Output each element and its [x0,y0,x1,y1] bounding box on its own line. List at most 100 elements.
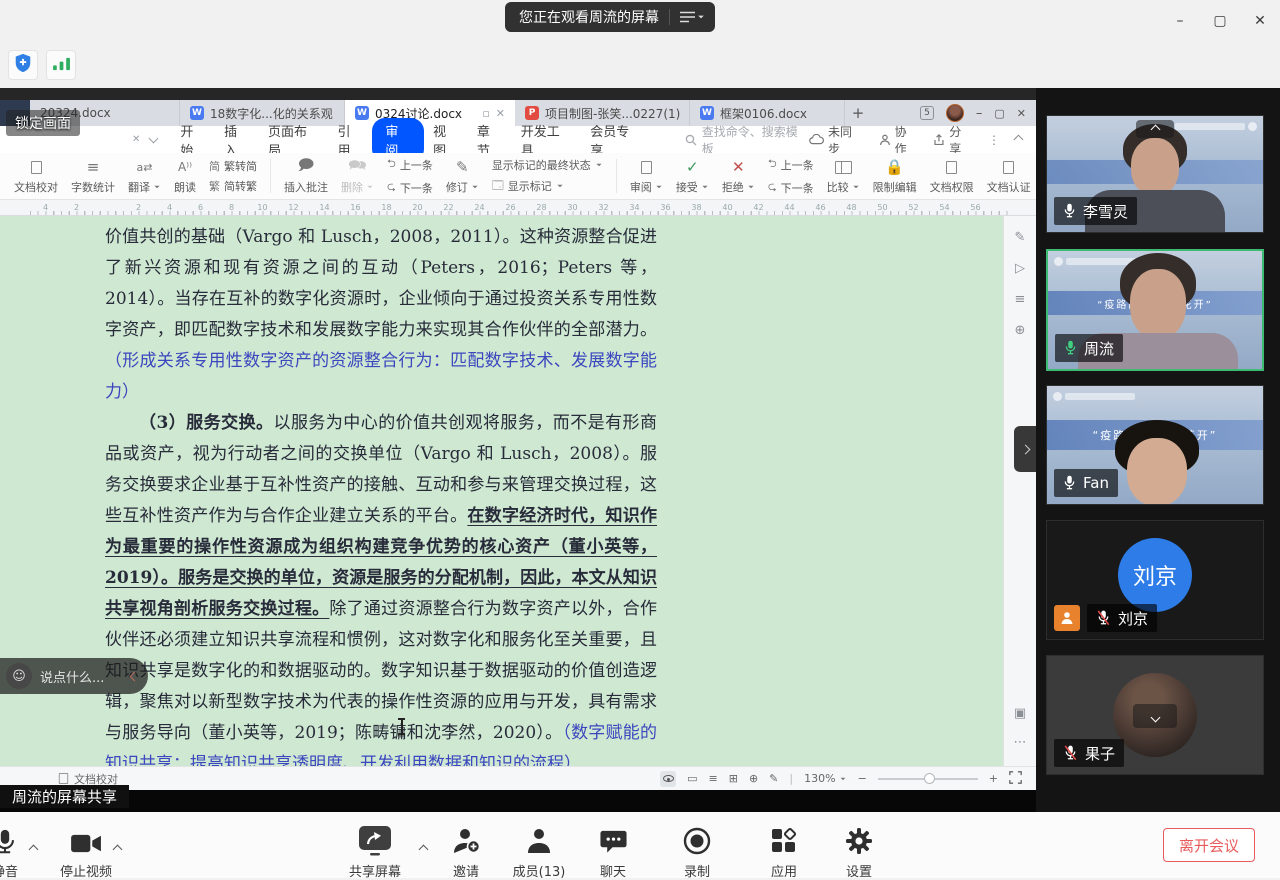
document-page[interactable]: （2）资源整合。以服务为中心的价值共创观将资源整合视为行动者价值共创的基础（Va… [0,216,1003,766]
sheet-icon[interactable]: ▣ [1014,706,1026,721]
ribbon-to-traditional-button[interactable]: 繁简转繁 [209,178,257,194]
ribbon-proofing-button[interactable]: 文档校对 [14,157,58,195]
edit-pen-icon[interactable]: ✎ [1015,230,1026,245]
ribbon-next-change-button[interactable]: ⮎下一条 [768,178,814,197]
participant-tile-zhouliu[interactable]: “疫路同行 静待花开” 周流 [1046,249,1264,371]
zoom-slider-thumb[interactable] [924,773,935,784]
ribbon-doc-permission-button[interactable]: 文档权限 [930,157,974,195]
host-badge [1054,605,1080,631]
fit-fullscreen-icon[interactable] [1009,771,1022,787]
outline-icon[interactable]: ≡ [1015,292,1026,307]
video-options-chevron[interactable] [114,842,121,857]
share-button[interactable]: 分享 [933,123,973,157]
wps-close-button[interactable]: ✕ [1017,107,1026,120]
watching-banner-text: 您正在观看周流的屏幕 [519,7,659,27]
participant-tile-fan[interactable]: “疫路同行 静待花开” Fan [1046,385,1264,505]
account-avatar[interactable] [946,104,964,122]
quick-collapse-icon[interactable] [149,133,159,143]
ink-icon[interactable]: ✎ [769,772,778,785]
ribbon-review-button[interactable]: 审阅 [630,157,663,195]
collapse-ribbon-icon[interactable] [1014,135,1024,145]
more-tools-icon[interactable]: ⋯ [1014,735,1027,750]
scroll-up-button[interactable] [1136,120,1174,138]
zoom-in-button[interactable]: + [989,772,998,785]
share-screen-icon [327,824,423,856]
ribbon-translate-button[interactable]: a⇄翻译 [128,157,161,195]
window-close-button[interactable]: ✕ [1246,8,1274,34]
scroll-down-button[interactable] [1133,704,1177,728]
pointer-icon[interactable]: ▷ [1015,261,1025,276]
doc-run: （2）资源整合。以服务为中心的价值共创观将资源整合视为行动者价值共创的基础（Va… [105,216,657,340]
record-button[interactable]: 录制 [649,824,745,880]
ribbon-prev-change-button[interactable]: ⮌上一条 [768,155,814,174]
markup-state-dropdown[interactable]: 显示标记的最终状态 [492,157,603,173]
shared-screen-stage: 20324.docx W 18数字化...化的关系观 W 0324讨论.docx… [0,88,1036,812]
command-search[interactable]: 查找命令、搜索模板 [685,123,809,157]
window-maximize-button[interactable]: ▢ [1206,8,1234,34]
ribbon-next-comment-button[interactable]: ⮎下一条 [387,178,433,197]
meeting-titlebar: 您正在观看周流的屏幕 – ▢ ✕ [0,0,1280,40]
ribbon-read-aloud-button[interactable]: A⁾⁾朗读 [174,157,196,195]
participant-tile-liujing[interactable]: 刘京 刘京 [1046,520,1264,640]
wps-minimize-button[interactable]: – [976,106,983,121]
zoom-slider[interactable] [878,778,978,780]
ribbon-insert-comment-button[interactable]: 🗩插入批注 [284,157,328,195]
book-view-icon[interactable]: ⊞ [729,772,738,785]
wps-restore-button[interactable]: ▢ [994,107,1004,120]
ribbon-delete-button: 🗪删除 [341,157,374,195]
ribbon-restrict-edit-button[interactable]: 🔒限制编辑 [873,157,917,195]
cloud-sync-status[interactable]: 未同步 [809,123,864,157]
window-minimize-button[interactable]: – [1166,8,1194,34]
share-screen-button[interactable]: 共享屏幕 [327,824,423,880]
zoom-level-value: 130% [804,772,835,785]
chat-collapse-button[interactable] [131,669,148,684]
ribbon-prev-comment-button[interactable]: ⮌上一条 [387,155,433,174]
ribbon-accept-button[interactable]: ✓接受 [676,157,709,195]
shield-plus-icon [13,53,33,77]
tab-count-badge[interactable]: 5 [920,106,934,120]
participant-name-chip: 刘京 [1087,604,1157,632]
banner-menu-icon[interactable] [680,11,705,23]
page-view-icon[interactable]: ▭ [687,772,697,785]
ribbon-to-simplified-button[interactable]: 简繁转简 [209,158,257,174]
participant-name: 刘京 [1118,608,1148,629]
ribbon-reject-button[interactable]: ✕拒绝 [722,157,755,195]
quick-chat-bar[interactable]: ☺ 说点什么... [0,658,148,694]
collaborate-button[interactable]: 协作 [879,123,919,157]
settings-button[interactable]: 设置 [811,824,907,880]
mic-muted-icon [1096,610,1111,627]
eye-protection-toggle[interactable] [660,771,676,787]
more-options-icon[interactable]: ⋮ [988,133,1000,147]
share-source-chip: 周流的屏幕共享 [0,785,129,808]
leave-meeting-button[interactable]: 离开会议 [1163,828,1255,862]
meeting-infobar: 02:09:10 演讲者视图 [0,40,1280,88]
navigate-icon[interactable]: ⊕ [1015,323,1026,338]
paragraph-resource-integration: （2）资源整合。以服务为中心的价值共创观将资源整合视为行动者价值共创的基础（Va… [105,216,657,408]
ribbon-wordcount-button[interactable]: ≡字数统计 [71,157,115,195]
lock-screen-button[interactable]: 锁定画面 [6,110,80,136]
ribbon-compare-button[interactable]: 比较 [827,157,860,195]
show-markup-dropdown[interactable]: 🗔显示标记 [492,177,603,196]
participant-tile-guozi[interactable]: 果子 [1046,655,1264,775]
person-badge-icon [1059,610,1075,626]
ribbon-track-changes-button[interactable]: ✎修订 [446,157,479,195]
network-quality-button[interactable] [46,50,76,80]
chat-button[interactable]: 聊天 [565,824,661,880]
panel-collapse-handle[interactable] [1014,426,1036,472]
review-ribbon: 文档校对 ≡字数统计 a⇄翻译 A⁾⁾朗读 简繁转简 繁简转繁 🗩插入批注 🗪删… [0,153,1036,200]
cloud-status-label: 未同步 [828,123,864,157]
participant-tile-lixueling[interactable]: 李雪灵 [1046,115,1264,233]
zoom-level-dropdown[interactable]: 130% [804,772,846,785]
mic-options-chevron[interactable] [30,842,37,857]
search-icon [685,134,697,146]
emoji-icon[interactable]: ☺ [6,663,32,689]
web-view-icon[interactable]: ≡ [709,772,718,785]
zoom-out-button[interactable]: − [858,772,867,785]
eye-icon [663,775,674,782]
university-logo [1054,256,1136,267]
globe-view-icon[interactable]: ⊕ [749,772,758,785]
horizontal-ruler: 4224681012141618202224262830323436384042… [0,200,1036,216]
ribbon-doc-auth-button[interactable]: 文档认证 [987,157,1031,195]
meeting-security-button[interactable] [8,50,38,80]
quick-close-icon[interactable]: ✕ [132,134,140,145]
